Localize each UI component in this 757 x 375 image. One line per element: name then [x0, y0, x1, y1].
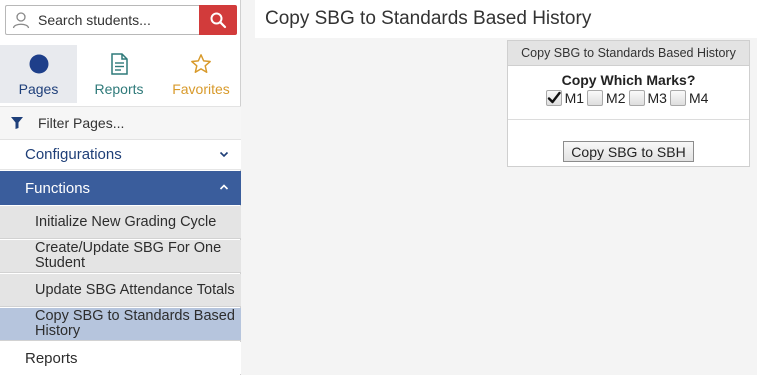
nav-configurations[interactable]: Configurations — [0, 140, 241, 170]
circle-icon — [28, 53, 50, 75]
nav-reports[interactable]: Reports — [0, 342, 241, 374]
sidebar-tabs: Pages Reports Favorites — [0, 45, 241, 103]
search-field[interactable] — [5, 5, 200, 35]
sidebar: Pages Reports Favorites — [0, 0, 241, 375]
filter-pages[interactable]: Filter Pages... — [0, 106, 241, 140]
tab-pages[interactable]: Pages — [0, 45, 77, 103]
chevron-up-icon — [219, 184, 229, 190]
mark-m3-checkbox[interactable] — [628, 90, 645, 106]
nav-configurations-label: Configurations — [25, 146, 122, 163]
marks-section: Copy Which Marks? M1 M2 M3 M4 — [508, 66, 749, 120]
search-bar — [5, 5, 237, 35]
nav-functions-label: Functions — [25, 179, 91, 197]
nav-subitem-update-sbg-attendance[interactable]: Update SBG Attendance Totals — [0, 274, 241, 307]
tab-reports-label: Reports — [94, 81, 144, 97]
copy-sbg-panel: Copy SBG to Standards Based History Copy… — [507, 40, 750, 167]
mark-m2-label: M2 — [606, 90, 626, 106]
star-icon — [190, 53, 212, 75]
mark-m1[interactable]: M1 — [545, 90, 585, 106]
user-icon — [12, 12, 30, 29]
mark-m3[interactable]: M3 — [628, 90, 667, 106]
mark-m4-label: M4 — [688, 90, 709, 106]
chevron-down-icon — [219, 151, 229, 157]
marks-question: Copy Which Marks? — [561, 72, 696, 88]
search-icon — [210, 12, 227, 29]
nav-subitem-label: Initialize New Grading Cycle — [35, 213, 217, 230]
tab-reports[interactable]: Reports — [77, 45, 161, 103]
nav-subitem-initialize-grading-cycle[interactable]: Initialize New Grading Cycle — [0, 206, 241, 239]
nav-subitem-label: Create/Update SBG For One Student — [35, 240, 222, 271]
mark-m1-label: M1 — [564, 90, 585, 106]
search-button[interactable] — [199, 5, 237, 35]
mark-m2[interactable]: M2 — [587, 90, 626, 106]
search-input[interactable] — [38, 10, 196, 30]
mark-m2-checkbox[interactable] — [587, 90, 604, 106]
nav-reports-label: Reports — [25, 349, 78, 367]
nav-subitem-create-update-sbg[interactable]: Create/Update SBG For One Student — [0, 240, 241, 273]
mark-m4[interactable]: M4 — [669, 90, 709, 106]
filter-icon — [11, 117, 23, 129]
nav-subitem-label: Update SBG Attendance Totals — [35, 281, 235, 298]
page-header: Copy SBG to Standards Based History — [255, 0, 757, 38]
tab-favorites-label: Favorites — [172, 81, 230, 97]
marks-checkboxes: M1 M2 M3 M4 — [508, 90, 749, 106]
button-row: Copy SBG to SBH — [508, 120, 749, 162]
copy-sbg-to-sbh-button[interactable]: Copy SBG to SBH — [563, 141, 694, 162]
checkmark-icon — [547, 91, 561, 104]
page-title: Copy SBG to Standards Based History — [265, 8, 592, 29]
tab-favorites[interactable]: Favorites — [161, 45, 241, 103]
nav-functions[interactable]: Functions — [0, 171, 241, 205]
nav-subitem-label: Copy SBG to Standards Based History — [35, 308, 235, 339]
filter-label: Filter Pages... — [38, 115, 125, 131]
mark-m3-label: M3 — [647, 90, 667, 106]
mark-m1-checkbox[interactable] — [545, 90, 562, 106]
document-icon — [108, 53, 130, 75]
tab-pages-label: Pages — [18, 81, 59, 97]
panel-title: Copy SBG to Standards Based History — [508, 41, 749, 66]
mark-m4-checkbox[interactable] — [669, 90, 686, 106]
nav-subitem-copy-sbg-history[interactable]: Copy SBG to Standards Based History — [0, 308, 241, 341]
